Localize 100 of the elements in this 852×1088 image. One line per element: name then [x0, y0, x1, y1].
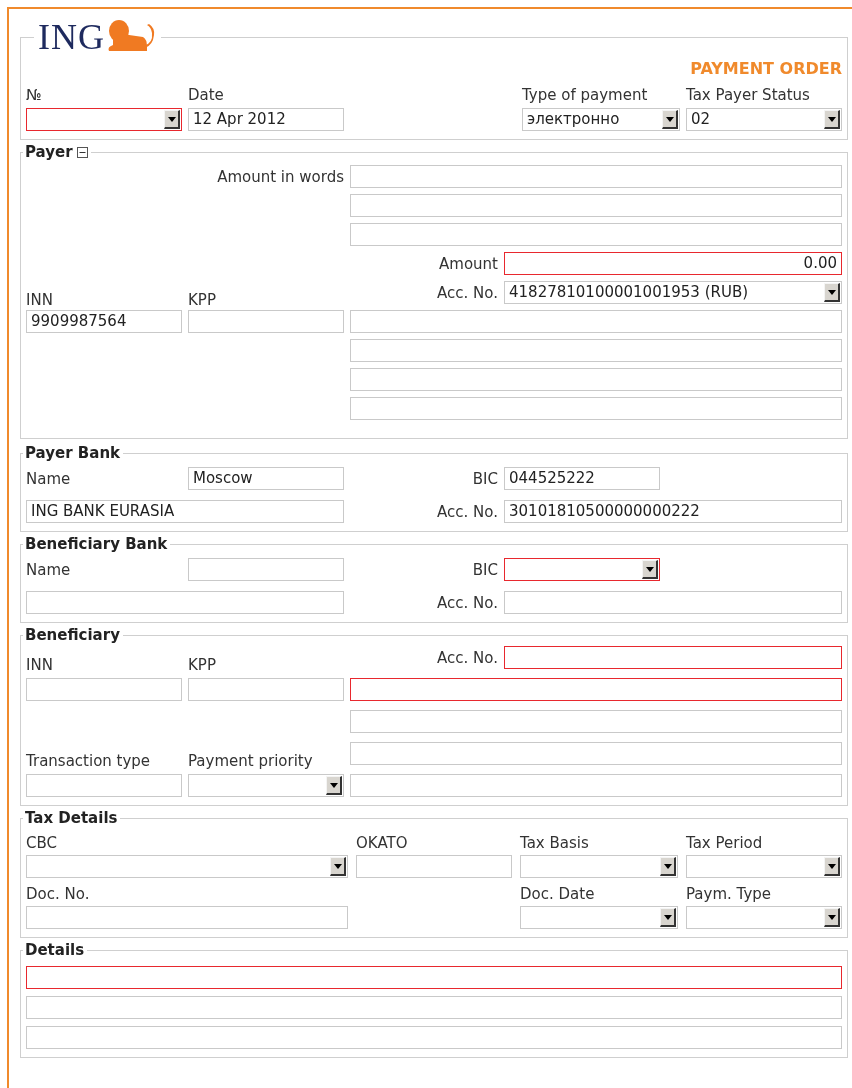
- field-label: Payment priority: [188, 751, 314, 771]
- input-field[interactable]: [350, 710, 842, 733]
- field-label: Transaction type: [26, 751, 152, 771]
- caret-icon: [827, 914, 836, 920]
- caret-icon: [333, 863, 342, 869]
- input-field[interactable]: [350, 397, 842, 420]
- field-label: CBC: [26, 833, 58, 853]
- field-label: Tax Basis: [520, 833, 590, 853]
- input-field[interactable]: [504, 646, 842, 669]
- input-field[interactable]: [350, 194, 842, 217]
- input-field[interactable]: ING BANK EURASIA: [26, 500, 344, 523]
- caret-icon: [827, 863, 836, 869]
- section-title: Payer Bank: [25, 444, 121, 462]
- field-label: Paym. Type: [686, 884, 773, 904]
- field-label: BIC: [472, 559, 498, 580]
- logo-text: ING: [38, 19, 105, 55]
- input-field[interactable]: [188, 558, 344, 581]
- dropdown[interactable]: 02: [686, 108, 842, 131]
- dropdown[interactable]: [26, 108, 182, 131]
- caret-icon: [663, 914, 672, 920]
- input-field[interactable]: [350, 774, 842, 797]
- input-field[interactable]: 044525222: [504, 467, 660, 490]
- dropdown[interactable]: электронно: [522, 108, 680, 131]
- input-field[interactable]: 0.00: [504, 252, 842, 275]
- form-title: PAYMENT ORDER: [690, 59, 842, 78]
- caret-icon: [665, 116, 674, 122]
- input-field[interactable]: [26, 966, 842, 989]
- field-label: Name: [26, 468, 72, 489]
- dropdown[interactable]: [504, 558, 660, 581]
- input-field[interactable]: [350, 165, 842, 188]
- dropdown-arrow-button[interactable]: [824, 283, 840, 302]
- field-label: Date: [188, 85, 225, 105]
- field-label: Acc. No.: [437, 592, 498, 613]
- dropdown[interactable]: [520, 855, 678, 878]
- dropdown[interactable]: 41827810100001001953 (RUB): [504, 281, 842, 304]
- field-label: Amount in words: [217, 166, 344, 187]
- section-title: Details: [25, 941, 85, 959]
- input-field[interactable]: [350, 742, 842, 765]
- field-label: Amount: [439, 253, 498, 274]
- dropdown-arrow-button[interactable]: [662, 110, 678, 129]
- dropdown-arrow-button[interactable]: [330, 857, 346, 876]
- field-label: BIC: [472, 468, 498, 489]
- caret-icon: [329, 782, 338, 788]
- dropdown[interactable]: [686, 855, 842, 878]
- field-label: Acc. No.: [437, 282, 498, 303]
- input-field[interactable]: [26, 1026, 842, 1049]
- dropdown[interactable]: [520, 906, 678, 929]
- input-field[interactable]: [188, 678, 344, 701]
- field-label: Name: [26, 559, 72, 580]
- dropdown-arrow-button[interactable]: [164, 110, 180, 129]
- input-field[interactable]: [350, 368, 842, 391]
- input-field[interactable]: [356, 855, 512, 878]
- input-field[interactable]: 30101810500000000222: [504, 500, 842, 523]
- section-title: Payer: [25, 143, 73, 161]
- field-label: KPP: [188, 290, 217, 310]
- input-field[interactable]: [188, 310, 344, 333]
- input-field[interactable]: [26, 678, 182, 701]
- input-field[interactable]: [350, 223, 842, 246]
- caret-icon: [167, 116, 176, 122]
- dropdown-arrow-button[interactable]: [824, 857, 840, 876]
- field-label: KPP: [188, 655, 217, 675]
- field-label: INN: [26, 290, 54, 310]
- input-field[interactable]: Moscow: [188, 467, 344, 490]
- input-field[interactable]: [350, 678, 842, 701]
- dropdown-arrow-button[interactable]: [824, 908, 840, 927]
- dropdown-arrow-button[interactable]: [660, 857, 676, 876]
- input-field[interactable]: 12 Apr 2012: [188, 108, 344, 131]
- dropdown-arrow-button[interactable]: [660, 908, 676, 927]
- input-field[interactable]: [350, 339, 842, 362]
- collapse-icon[interactable]: [76, 146, 88, 158]
- input-field[interactable]: [26, 774, 182, 797]
- dropdown-arrow-button[interactable]: [642, 560, 658, 579]
- input-field[interactable]: 9909987564: [26, 310, 182, 333]
- caret-icon: [663, 863, 672, 869]
- field-label: Tax Payer Status: [686, 85, 811, 105]
- caret-icon: [827, 289, 836, 295]
- dropdown-arrow-button[interactable]: [824, 110, 840, 129]
- input-field[interactable]: [26, 591, 344, 614]
- field-label: Tax Period: [686, 833, 764, 853]
- field-label: INN: [26, 655, 54, 675]
- field-label: Type of payment: [522, 85, 649, 105]
- section-title: Tax Details: [25, 809, 118, 827]
- caret-icon: [827, 116, 836, 122]
- caret-icon: [645, 566, 654, 572]
- dropdown[interactable]: [686, 906, 842, 929]
- field-label: №: [26, 85, 43, 105]
- field-label: Acc. No.: [437, 647, 498, 668]
- section-title: Beneficiary: [25, 626, 120, 644]
- input-field[interactable]: [26, 996, 842, 1019]
- field-label: Acc. No.: [437, 501, 498, 522]
- field-label: Doc. Date: [520, 884, 596, 904]
- field-label: Doc. No.: [26, 884, 91, 904]
- input-field[interactable]: [26, 906, 348, 929]
- lion-icon: [107, 19, 157, 53]
- field-label: OKATO: [356, 833, 409, 853]
- input-field[interactable]: [504, 591, 842, 614]
- input-field[interactable]: [350, 310, 842, 333]
- dropdown-arrow-button[interactable]: [326, 776, 342, 795]
- section-title: Beneficiary Bank: [25, 535, 168, 553]
- dropdown[interactable]: [188, 774, 344, 797]
